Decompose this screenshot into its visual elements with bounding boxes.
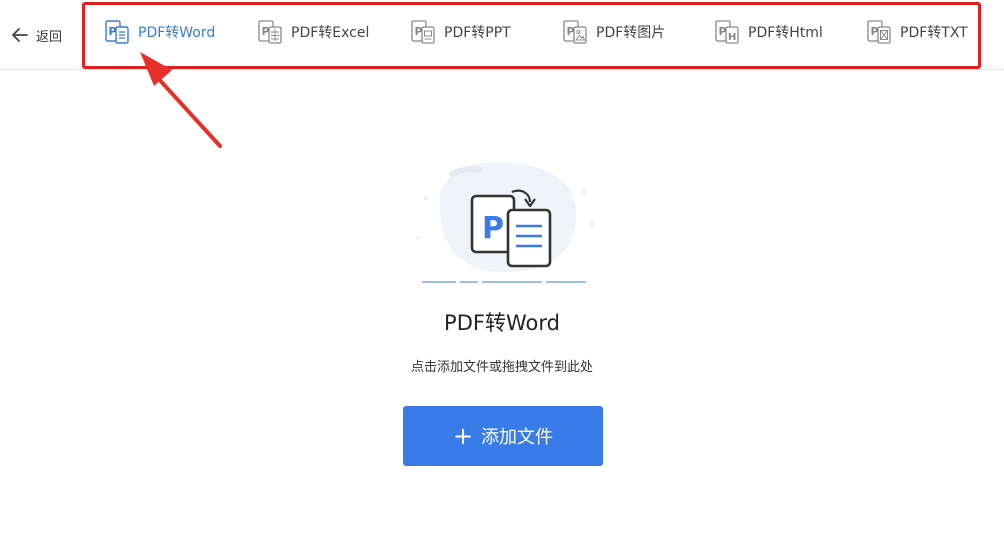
svg-text:H: H <box>728 32 736 43</box>
conversion-tabs-highlight <box>82 2 981 69</box>
tab-pdf-to-html[interactable]: P H PDF转Html <box>714 18 823 46</box>
tab-pdf-to-word[interactable]: P PDF转Word <box>104 18 215 46</box>
pdf-to-word-illustration: P <box>416 161 594 283</box>
top-toolbar: 返回 P PDF转Word P PDF转Excel P PDF转PPT P PD… <box>0 0 1004 70</box>
tab-label: PDF转TXT <box>900 25 968 41</box>
pdf-word-icon: P <box>105 20 129 44</box>
tab-label: PDF转Html <box>748 25 823 41</box>
tab-pdf-to-txt[interactable]: P PDF转TXT <box>866 18 968 46</box>
tab-pdf-to-excel[interactable]: P PDF转Excel <box>257 18 369 46</box>
tab-pdf-to-image[interactable]: P PDF转图片 <box>562 18 665 46</box>
tab-label: PDF转Excel <box>291 25 370 41</box>
tab-pdf-to-ppt[interactable]: P PDF转PPT <box>410 18 511 46</box>
pdf-image-icon: P <box>563 20 587 44</box>
add-file-label: 添加文件 <box>481 427 554 448</box>
svg-text:P: P <box>482 211 504 246</box>
pdf-html-icon: P H <box>715 20 739 44</box>
page-title: PDF转Word <box>444 311 560 335</box>
arrow-left-icon <box>12 28 28 42</box>
pdf-ppt-icon: P <box>411 20 435 44</box>
back-label: 返回 <box>36 29 63 45</box>
add-file-button[interactable]: + 添加文件 <box>403 406 603 466</box>
back-button[interactable]: 返回 <box>10 22 62 48</box>
tab-label: PDF转Word <box>138 25 216 41</box>
pdf-excel-icon: P <box>258 20 282 44</box>
tab-label: PDF转图片 <box>596 25 666 41</box>
drop-hint: 点击添加文件或拖拽文件到此处 <box>410 360 593 375</box>
pdf-txt-icon: P <box>867 20 891 44</box>
plus-icon: + <box>452 422 474 450</box>
tab-label: PDF转PPT <box>444 25 511 41</box>
